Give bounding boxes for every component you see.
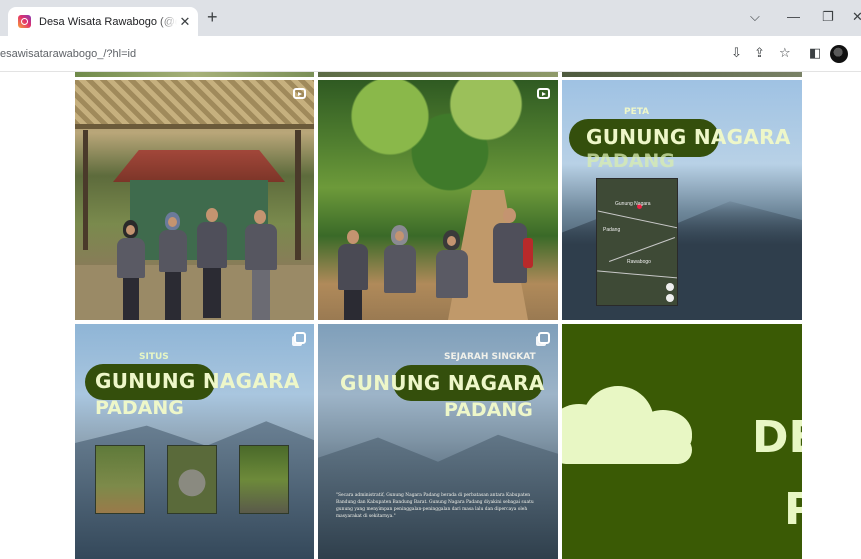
browser-tab[interactable]: Desa Wisata Rawabogo (@desawisatarawabog…	[8, 7, 198, 36]
post-hut-group-photo[interactable]	[75, 80, 314, 320]
bamboo-roof	[75, 80, 314, 126]
minimize-button[interactable]: —	[787, 9, 800, 24]
forest-foliage	[318, 80, 558, 200]
tree-trunk	[295, 130, 301, 260]
close-window-button[interactable]: ✕	[852, 9, 861, 25]
instagram-profile-grid: PETA GUNUNG NAGARA PADANG Gunung Nagara …	[0, 72, 861, 559]
url-field[interactable]: esawisatarawabogo_/?hl=id	[0, 48, 136, 60]
map-label: Rawabogo	[627, 259, 651, 265]
bookmark-star-icon[interactable]: ☆	[779, 46, 791, 60]
site-photo	[167, 445, 217, 514]
ground	[75, 265, 314, 320]
post-small-label: SITUS	[139, 352, 169, 362]
post-green-graphic[interactable]: DE P	[562, 324, 802, 559]
post-title: GUNUNG NAGARA	[340, 371, 545, 395]
reel-icon	[537, 88, 550, 99]
post-sejarah-singkat[interactable]: SEJARAH SINGKAT GUNUNG NAGARA PADANG "Se…	[318, 324, 558, 559]
roof-beam	[75, 124, 314, 129]
address-bar: esawisatarawabogo_/?hl=id ⇩ ⇪ ☆ ◧	[0, 36, 861, 72]
previous-row-strip	[562, 72, 802, 77]
new-tab-button[interactable]: +	[207, 8, 218, 26]
post-subtitle: PADANG	[444, 399, 533, 421]
map-label: Padang	[603, 227, 621, 233]
history-quote: "Secara administratif, Gunung Nagara Pad…	[336, 493, 534, 519]
post-small-label: PETA	[624, 107, 650, 117]
tab-strip: Desa Wisata Rawabogo (@desawisatarawabog…	[0, 0, 861, 36]
zoom-in-icon	[666, 283, 674, 291]
tab-search-button[interactable]: ⌵	[750, 9, 760, 25]
cloud-shape	[562, 436, 692, 464]
reel-icon	[293, 88, 306, 99]
instagram-icon	[18, 15, 31, 28]
graphic-big-text: P	[784, 484, 802, 535]
graphic-big-text: DE	[752, 412, 802, 463]
tree-trunk	[83, 130, 88, 250]
tab-title: Desa Wisata Rawabogo (@desawisatarawabog…	[39, 15, 177, 28]
post-situs[interactable]: SITUS GUNUNG NAGARA PADANG	[75, 324, 314, 559]
map-screenshot: Gunung Nagara Padang Rawabogo	[596, 178, 678, 306]
site-photo	[95, 445, 145, 514]
install-app-icon[interactable]: ⇩	[731, 46, 742, 60]
post-small-label: SEJARAH SINGKAT	[444, 352, 536, 362]
post-peta-map[interactable]: PETA GUNUNG NAGARA PADANG Gunung Nagara …	[562, 80, 802, 320]
side-panel-icon[interactable]: ◧	[809, 46, 821, 60]
profile-avatar[interactable]	[830, 45, 848, 63]
zoom-out-icon	[666, 294, 674, 302]
carousel-icon	[294, 332, 306, 344]
carousel-icon	[538, 332, 550, 344]
hut-roof	[113, 150, 285, 182]
share-icon[interactable]: ⇪	[754, 46, 765, 60]
post-forest-group-photo[interactable]	[318, 80, 558, 320]
map-label: Gunung Nagara	[615, 201, 651, 207]
post-subtitle: PADANG	[95, 397, 184, 419]
post-title: GUNUNG NAGARA	[586, 125, 791, 149]
restore-button[interactable]: ❐	[822, 9, 834, 25]
post-title: GUNUNG NAGARA	[95, 369, 300, 393]
post-subtitle: PADANG	[586, 150, 675, 172]
previous-row-strip	[75, 72, 314, 77]
site-photo	[239, 445, 289, 514]
tab-close-icon[interactable]: ✕	[178, 14, 192, 30]
previous-row-strip	[318, 72, 558, 77]
